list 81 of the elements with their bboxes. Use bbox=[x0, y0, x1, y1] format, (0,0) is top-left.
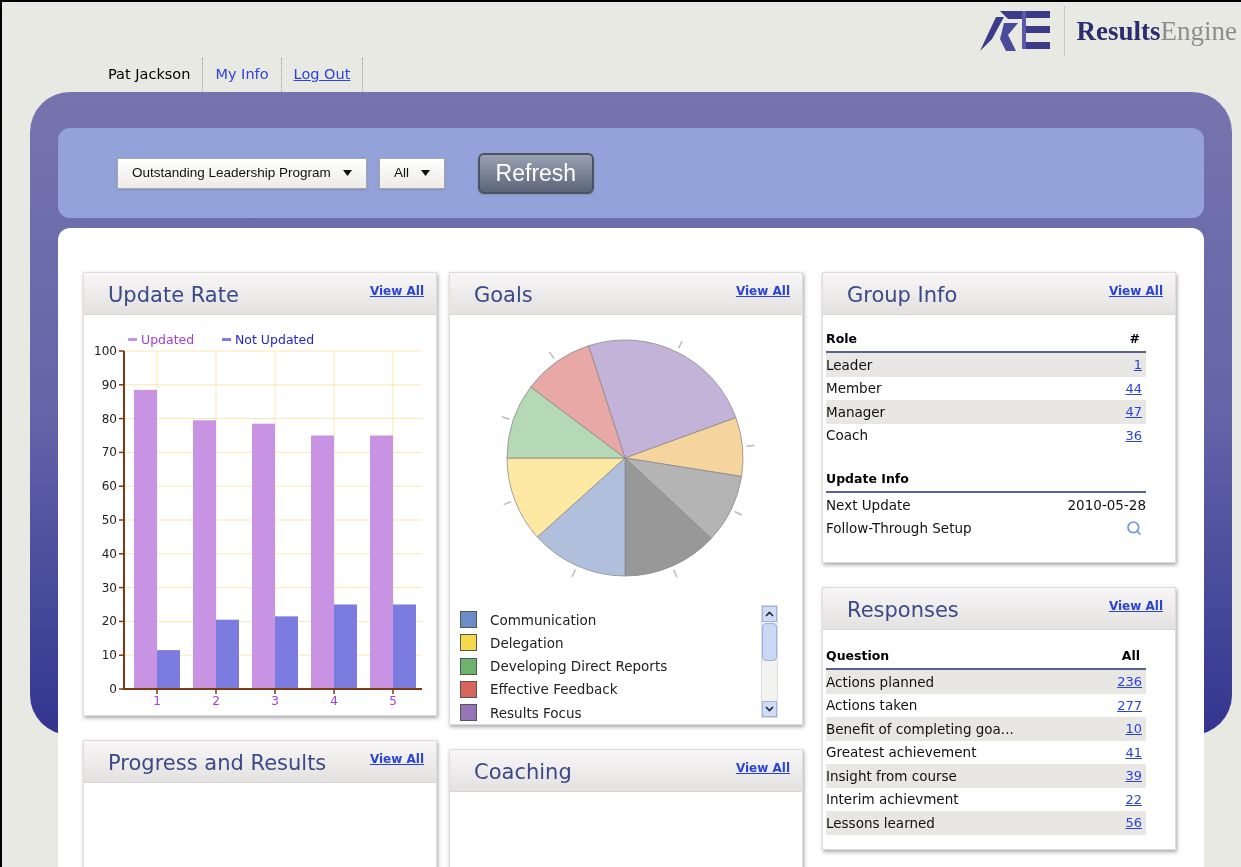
card-title: Group Info bbox=[846, 282, 958, 308]
table-cell-text: Coach bbox=[826, 426, 868, 446]
count-link[interactable]: 277 bbox=[1117, 695, 1146, 715]
caret-icon bbox=[342, 170, 352, 176]
axis-tick-label: 0 bbox=[109, 682, 117, 696]
card-title: Responses bbox=[846, 597, 959, 623]
axis-tick-label: 20 bbox=[101, 614, 117, 629]
count-link[interactable]: 236 bbox=[1117, 672, 1146, 692]
axis-tick-label: 70 bbox=[101, 445, 117, 460]
view-all-link[interactable]: View All bbox=[735, 273, 802, 300]
table-cell-text: Lessons learned bbox=[826, 813, 935, 833]
card-title: Coaching bbox=[473, 759, 572, 786]
info-label: Next Update bbox=[826, 495, 911, 515]
count-link[interactable]: 47 bbox=[1125, 402, 1146, 422]
legend-swatch bbox=[128, 338, 137, 341]
axis-tick-label: 10 bbox=[101, 648, 117, 663]
card-title: Goals bbox=[473, 282, 533, 308]
refresh-button[interactable]: Refresh bbox=[477, 152, 594, 194]
legend-label: Results Focus bbox=[490, 703, 582, 723]
legend-label: Delegation bbox=[490, 633, 564, 653]
dropdown-select[interactable]: Outstanding Leadership Program bbox=[117, 157, 367, 189]
table-cell-text: Leader bbox=[826, 355, 873, 375]
table-cell-text: Actions taken bbox=[826, 696, 918, 716]
axis-tick-label: 30 bbox=[101, 580, 117, 595]
logo-icon bbox=[977, 9, 1052, 53]
axis-tick-label: 80 bbox=[101, 411, 117, 426]
dropdown-select[interactable]: All bbox=[378, 157, 445, 189]
search-icon[interactable] bbox=[1126, 520, 1142, 537]
count-link[interactable]: 10 bbox=[1125, 719, 1146, 739]
logo-wordmark: ResultsEngine bbox=[1076, 17, 1238, 45]
chevron-up-icon bbox=[765, 611, 774, 617]
axis-tick-label: 90 bbox=[101, 377, 117, 392]
legend-swatch bbox=[222, 338, 231, 341]
axis-tick-label: 4 bbox=[330, 694, 338, 708]
axis-tick-label: 2 bbox=[212, 694, 220, 708]
scroll-thumb[interactable] bbox=[762, 623, 777, 661]
column-header: All bbox=[1121, 647, 1141, 666]
count-link[interactable]: 36 bbox=[1125, 425, 1146, 445]
scroll-down-button[interactable] bbox=[762, 701, 777, 717]
view-all-link[interactable]: View All bbox=[735, 750, 802, 778]
scrollbar[interactable] bbox=[761, 605, 778, 718]
legend-label: Effective Feedback bbox=[490, 680, 618, 700]
card-title: Progress and Results bbox=[107, 750, 327, 776]
count-link[interactable]: 39 bbox=[1125, 766, 1146, 786]
view-all-link[interactable]: View All bbox=[1108, 588, 1175, 615]
axis-tick-label: 5 bbox=[389, 694, 397, 708]
axis-tick-label: 50 bbox=[101, 513, 117, 527]
table-cell-text: Greatest achievement bbox=[826, 743, 977, 763]
table-cell-text: Insight from course bbox=[826, 766, 957, 786]
column-header: Question bbox=[826, 647, 890, 666]
axis-tick-label: 3 bbox=[271, 694, 279, 708]
view-all-link[interactable]: View All bbox=[369, 741, 436, 768]
count-link[interactable]: 44 bbox=[1125, 378, 1146, 398]
scroll-up-button[interactable] bbox=[762, 606, 777, 622]
chevron-down-icon bbox=[765, 706, 774, 712]
axis-tick-label: 60 bbox=[101, 479, 117, 494]
table-cell-text: Benefit of completing goa... bbox=[826, 719, 1014, 739]
card-title: Update Rate bbox=[107, 282, 239, 308]
legend-label: Not Updated bbox=[235, 332, 315, 347]
section-heading: Update Info bbox=[826, 470, 909, 489]
count-link[interactable]: 1 bbox=[1133, 355, 1146, 375]
axis-tick-label: 1 bbox=[153, 694, 161, 708]
view-all-link[interactable]: View All bbox=[369, 273, 436, 300]
legend-label: Communication bbox=[490, 610, 597, 630]
axis-tick-label: 40 bbox=[101, 546, 117, 561]
count-link[interactable]: 22 bbox=[1125, 789, 1146, 809]
table-cell-text: Member bbox=[826, 379, 882, 399]
table-cell-text: Actions planned bbox=[826, 672, 935, 692]
table-cell-text: Manager bbox=[826, 402, 886, 422]
column-header: # bbox=[1129, 330, 1141, 349]
info-value: 2010-05-28 bbox=[1067, 495, 1146, 515]
legend-label: Updated bbox=[141, 332, 195, 347]
count-link[interactable]: 56 bbox=[1125, 813, 1146, 833]
info-label: Follow-Through Setup bbox=[826, 519, 972, 539]
view-all-link[interactable]: View All bbox=[1108, 273, 1175, 300]
column-header: Role bbox=[826, 330, 857, 349]
axis-tick-label: 100 bbox=[94, 344, 117, 358]
legend-label: Developing Direct Reports bbox=[490, 657, 668, 677]
table-cell-text: Interim achievment bbox=[826, 790, 959, 810]
caret-icon bbox=[420, 170, 430, 176]
count-link[interactable]: 41 bbox=[1125, 742, 1146, 762]
